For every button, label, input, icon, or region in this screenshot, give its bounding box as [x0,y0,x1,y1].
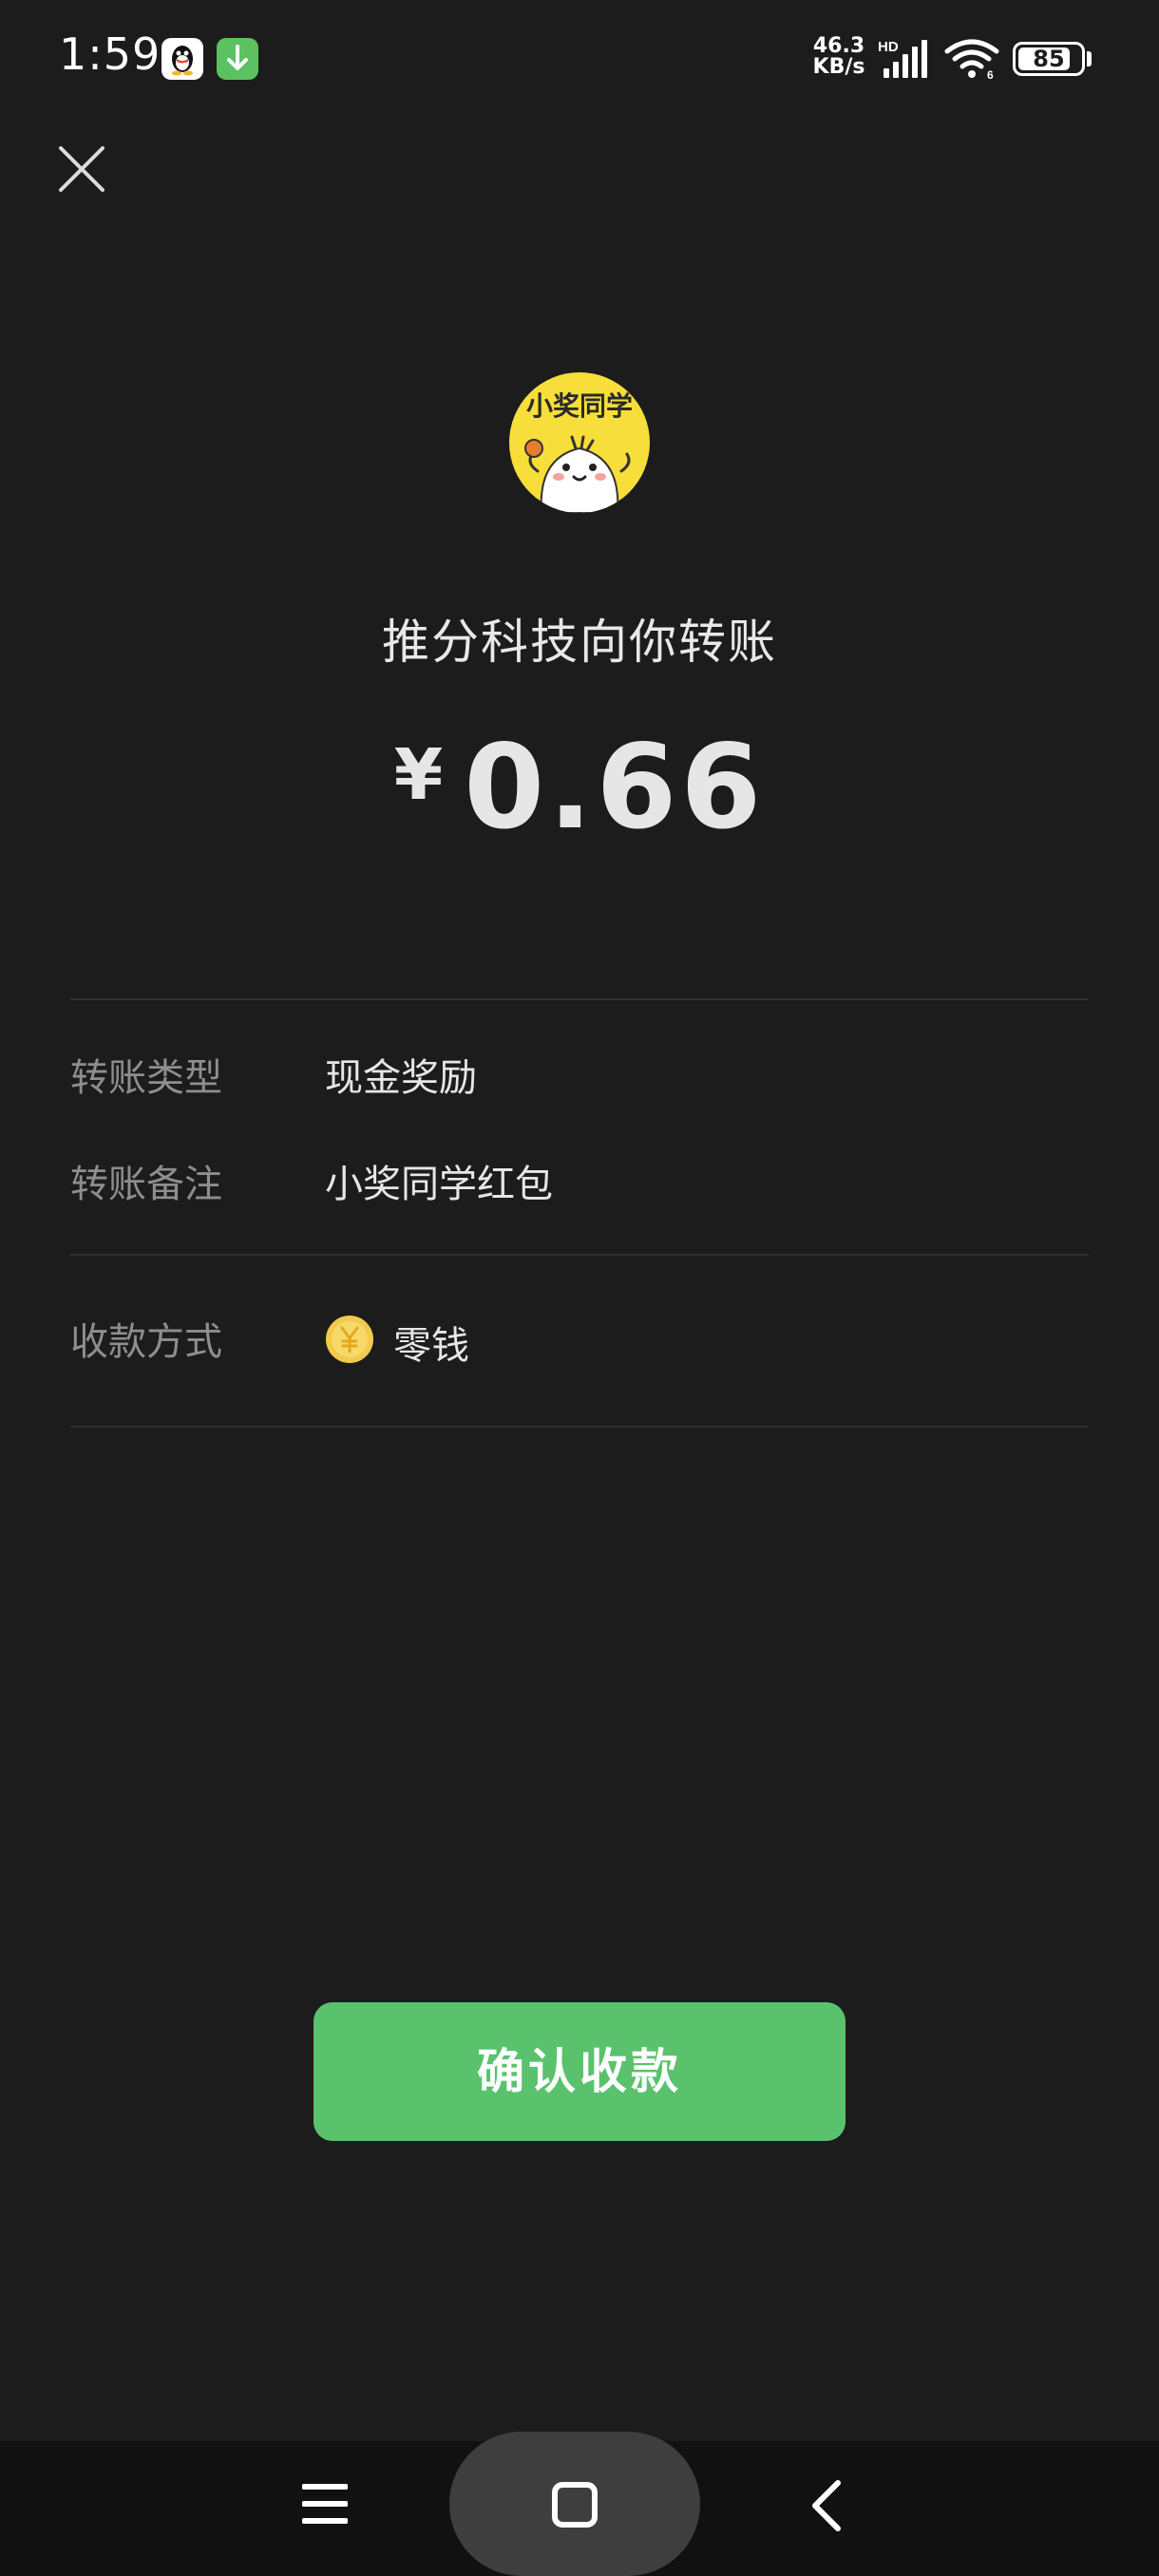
payment-method-label: 收款方式 [70,1320,222,1364]
divider [70,1254,1089,1256]
svg-text:6: 6 [987,68,994,80]
download-icon [217,38,258,80]
amount-value: 0.66 [464,720,766,855]
confirm-receive-button[interactable]: 确认收款 [314,2002,846,2141]
coin-icon [326,1316,373,1363]
menu-icon[interactable] [302,2481,348,2527]
network-speed: 46.3 KB/s [810,36,867,78]
qq-icon [162,38,203,80]
transfer-note-label: 转账备注 [70,1163,222,1206]
close-icon [59,146,104,192]
signal-icon: HD [878,39,927,78]
amount: ¥0.66 [0,720,1159,855]
network-speed-unit: KB/s [812,55,865,79]
home-icon[interactable] [551,2481,598,2529]
divider [70,998,1089,1000]
divider [70,1426,1089,1428]
payment-method-value: 零钱 [393,1324,469,1368]
currency-symbol: ¥ [393,734,444,816]
battery-cap [1087,51,1092,66]
battery-level: 85 [1033,46,1065,72]
transfer-type-label: 转账类型 [70,1056,222,1100]
transfer-type-value: 现金奖励 [325,1056,477,1100]
status-time: 1:59 [59,28,162,80]
avatar: 小奖同学 [509,372,650,513]
back-icon[interactable] [808,2479,846,2532]
network-speed-value: 46.3 [812,34,865,58]
signal-tag: HD [878,39,899,55]
status-bar: 1:59 46.3 KB/s HD 6 85 [0,0,1159,114]
mascot-icon [524,435,631,513]
transfer-note-value: 小奖同学红包 [325,1163,553,1206]
battery-icon: 85 [1013,42,1085,76]
close-button[interactable] [53,141,110,198]
wifi-icon: 6 [944,39,999,80]
payer-line: 推分科技向你转账 [382,615,777,670]
